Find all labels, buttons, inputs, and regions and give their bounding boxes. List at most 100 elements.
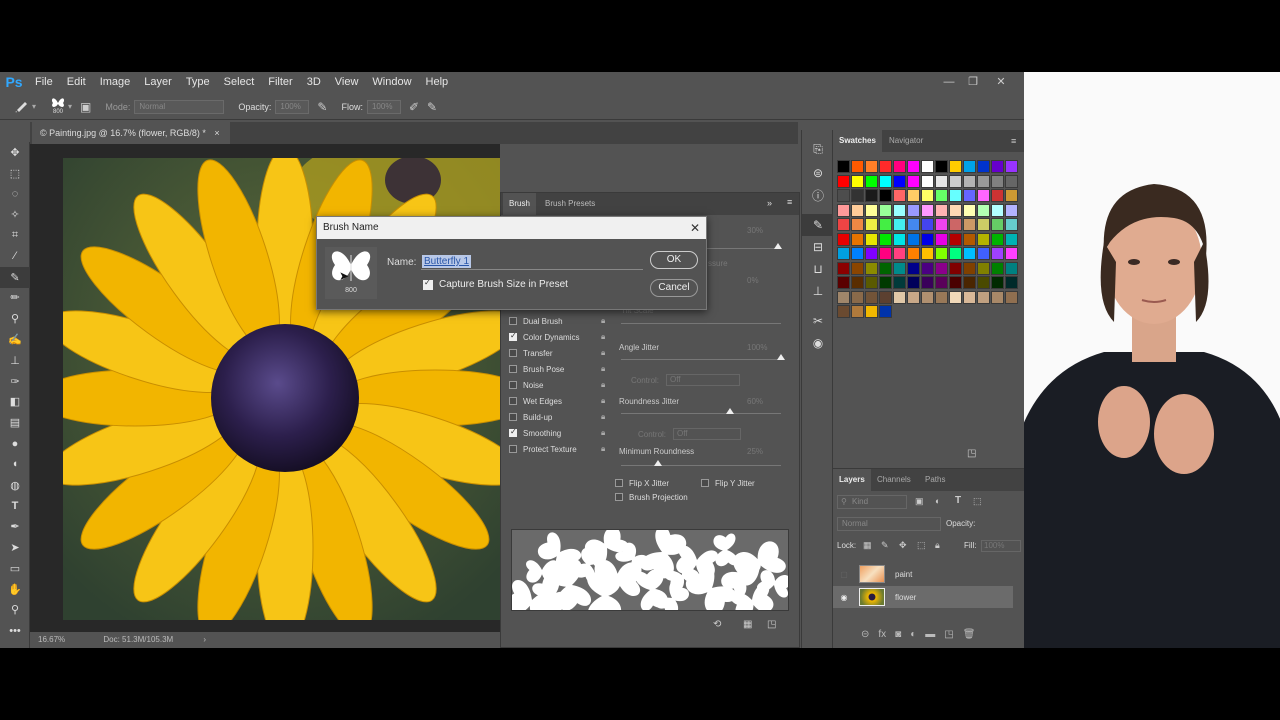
swatch-70[interactable] xyxy=(907,232,920,246)
brush-option-protect-texture[interactable]: Protect Texture 🔒︎ xyxy=(509,441,605,457)
swatch-83[interactable] xyxy=(907,247,920,260)
pencil-tool-icon[interactable]: ✏ xyxy=(0,288,30,309)
menu-filter[interactable]: Filter xyxy=(261,72,299,92)
swatch-21[interactable] xyxy=(949,174,962,188)
quick-select-tool-icon[interactable]: ✧ xyxy=(0,204,30,225)
layer-row-flower[interactable]: ◉ flower xyxy=(833,586,1013,608)
min-roundness-slider[interactable] xyxy=(654,460,662,466)
tab-layers[interactable]: Layers xyxy=(833,469,871,491)
swatch-59[interactable] xyxy=(935,218,948,231)
brush-tool-icon[interactable]: ✎ xyxy=(0,266,30,288)
brush-panel-toggle-icon[interactable]: ▣ xyxy=(80,100,91,114)
move-tool-icon[interactable]: ✥ xyxy=(0,142,30,163)
swatch-26[interactable] xyxy=(837,189,850,202)
swatch-32[interactable] xyxy=(921,189,934,202)
restore-button[interactable]: ❐ xyxy=(960,72,986,92)
ok-button[interactable]: OK xyxy=(650,251,698,269)
lock-all-icon[interactable]: 🔒︎ xyxy=(935,540,940,551)
swatch-64[interactable] xyxy=(1005,218,1018,231)
swatch-100[interactable] xyxy=(963,261,976,275)
tab-navigator[interactable]: Navigator xyxy=(883,130,929,152)
path-select-tool-icon[interactable]: ➤ xyxy=(0,537,30,558)
swatch-48[interactable] xyxy=(963,203,976,217)
new-group-icon[interactable]: ▬ xyxy=(925,629,935,640)
clone-source-icon[interactable]: ⊥ xyxy=(802,280,834,302)
tab-channels[interactable]: Channels xyxy=(871,469,917,491)
history-icon[interactable]: ⎘ xyxy=(802,138,834,160)
swatch-79[interactable] xyxy=(851,247,864,260)
minimize-button[interactable]: — xyxy=(936,72,962,92)
panel-menu-icon[interactable]: ≡ xyxy=(787,197,792,207)
lock-icon[interactable]: 🔒︎ xyxy=(601,348,605,358)
swatch-119[interactable] xyxy=(865,290,878,304)
swatch-56[interactable] xyxy=(893,218,906,231)
swatch-89[interactable] xyxy=(991,247,1004,260)
swatch-2[interactable] xyxy=(865,160,878,173)
swatch-62[interactable] xyxy=(977,218,990,231)
swatch-96[interactable] xyxy=(907,261,920,275)
menu-image[interactable]: Image xyxy=(93,72,138,92)
swatch-19[interactable] xyxy=(921,174,934,188)
menu-edit[interactable]: Edit xyxy=(60,72,93,92)
lock-icon[interactable]: 🔒︎ xyxy=(601,396,605,406)
swatch-102[interactable] xyxy=(991,261,1004,275)
link-layers-icon[interactable]: ⊝ xyxy=(861,629,869,640)
stamp-tool-icon[interactable]: ⊥ xyxy=(0,350,30,371)
swatch-101[interactable] xyxy=(977,261,990,275)
option-checkbox[interactable] xyxy=(509,397,517,405)
tool-presets-icon[interactable]: ⊔ xyxy=(802,258,834,280)
zoom-level[interactable]: 16.67% xyxy=(38,635,65,644)
rectangle-tool-icon[interactable]: ▭ xyxy=(0,558,30,579)
swatch-39[interactable] xyxy=(837,203,850,217)
tab-paths[interactable]: Paths xyxy=(919,469,951,491)
swatch-94[interactable] xyxy=(879,261,892,275)
swatch-99[interactable] xyxy=(949,261,962,275)
swatch-117[interactable] xyxy=(837,290,850,304)
close-window-button[interactable]: ✕ xyxy=(988,72,1014,92)
swatch-130[interactable] xyxy=(837,305,850,318)
blend-mode-select[interactable]: Normal xyxy=(837,517,941,531)
zoom-tool-icon[interactable]: ⚲ xyxy=(0,600,30,621)
toggle-live-tip-icon[interactable]: ⟲ xyxy=(713,619,721,630)
swatch-41[interactable] xyxy=(865,203,878,217)
swatch-68[interactable] xyxy=(879,232,892,246)
swatch-103[interactable] xyxy=(1005,261,1018,275)
adjustment-layer-icon[interactable]: ◐ xyxy=(910,629,916,640)
new-swatch-icon[interactable]: ◳ xyxy=(967,448,976,459)
blur-tool-icon[interactable]: ● xyxy=(0,433,30,454)
collapse-panel-icon[interactable]: » xyxy=(767,198,772,208)
size-jitter-slider[interactable] xyxy=(774,243,782,249)
swatch-121[interactable] xyxy=(893,290,906,304)
swatch-131[interactable] xyxy=(851,305,864,318)
swatch-9[interactable] xyxy=(963,160,976,173)
filter-adjustment-icon[interactable]: ◐ xyxy=(935,496,940,506)
swatch-5[interactable] xyxy=(907,160,920,173)
history-brush-tool-icon[interactable]: ✍ xyxy=(0,329,30,350)
swatch-40[interactable] xyxy=(851,203,864,217)
gradient-tool-icon[interactable]: ▤ xyxy=(0,412,30,433)
swatch-81[interactable] xyxy=(879,247,892,260)
new-brush-icon[interactable]: ◳ xyxy=(767,619,776,630)
swatch-57[interactable] xyxy=(907,218,920,231)
brush-projection-checkbox[interactable]: Brush Projection xyxy=(615,489,688,505)
swatch-122[interactable] xyxy=(907,290,920,304)
swatch-74[interactable] xyxy=(963,232,976,246)
tab-brush[interactable]: Brush xyxy=(503,193,536,215)
swatch-75[interactable] xyxy=(977,232,990,246)
swatch-72[interactable] xyxy=(935,232,948,246)
new-layer-icon[interactable]: ◳ xyxy=(944,629,953,640)
eyedropper-tool-icon[interactable]: ⁄ xyxy=(0,246,30,267)
lock-transparent-icon[interactable]: ▦ xyxy=(863,540,872,551)
close-document-icon[interactable]: × xyxy=(214,128,219,138)
layer-filter-kind[interactable]: ⚲ Kind xyxy=(837,495,907,509)
sponge-tool-icon[interactable]: ◍ xyxy=(0,475,30,496)
menu-file[interactable]: File xyxy=(28,72,60,92)
tab-brush-presets[interactable]: Brush Presets xyxy=(539,193,601,215)
swatch-8[interactable] xyxy=(949,160,962,173)
opacity-field[interactable]: 100% xyxy=(275,99,310,114)
layer-comps-icon[interactable]: ◉ xyxy=(802,332,834,354)
swatch-58[interactable] xyxy=(921,218,934,231)
brush-option-noise[interactable]: Noise 🔒︎ xyxy=(509,377,605,393)
swatch-44[interactable] xyxy=(907,203,920,217)
swatch-10[interactable] xyxy=(977,160,990,173)
